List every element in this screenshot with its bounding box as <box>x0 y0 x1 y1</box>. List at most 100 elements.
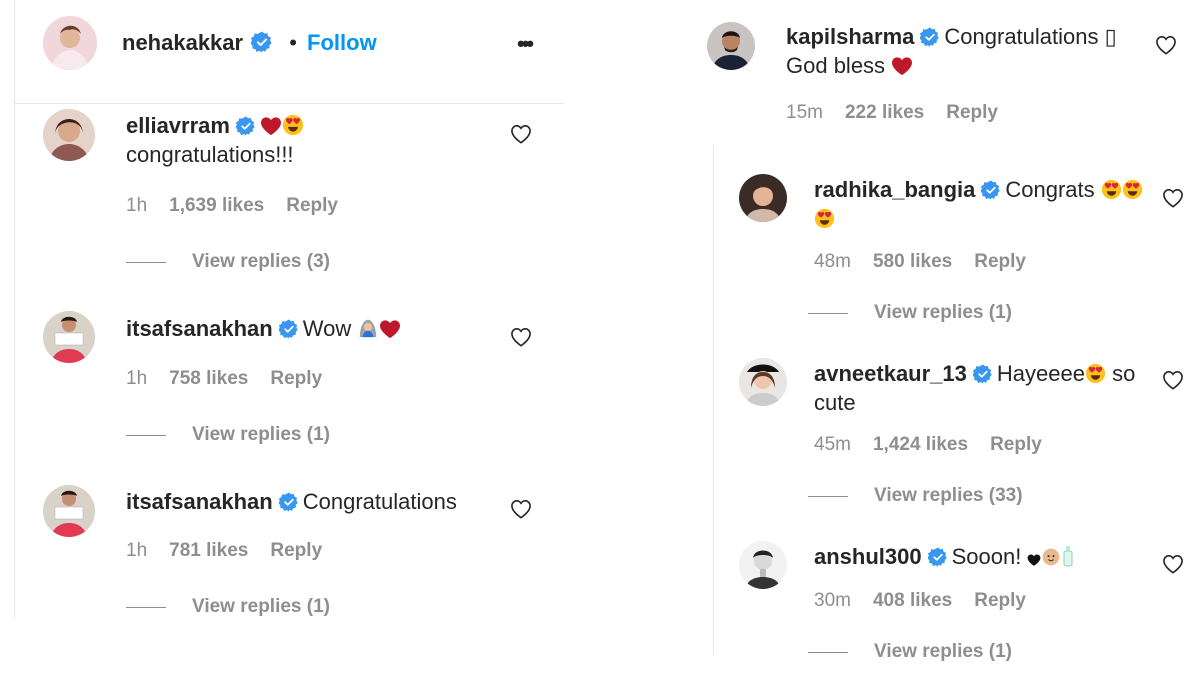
comment-body: radhika_bangia Congrats <box>814 175 1144 233</box>
reply-button[interactable]: Reply <box>270 540 322 561</box>
header-divider <box>14 103 564 104</box>
verified-badge-icon <box>251 31 273 53</box>
comment-likes[interactable]: 758 likes <box>169 368 248 389</box>
comment-text: cute <box>814 390 856 415</box>
reply-button[interactable]: Reply <box>270 368 322 389</box>
follow-button[interactable]: Follow <box>307 30 377 55</box>
comment-time[interactable]: 45m <box>814 434 851 455</box>
comment-meta: 15m 222 likes Reply <box>786 102 1020 124</box>
comment-time[interactable]: 1h <box>126 368 147 389</box>
anshul300-avatar[interactable] <box>739 541 787 589</box>
comment-text: Congrats <box>1005 177 1095 202</box>
kapilsharma-avatar[interactable] <box>707 22 755 70</box>
comment-time[interactable]: 30m <box>814 590 851 611</box>
reply-button[interactable]: Reply <box>286 195 338 216</box>
comment-text: God bless <box>786 53 886 78</box>
baby-bottle-emoji <box>1063 546 1073 567</box>
like-heart-icon[interactable] <box>1155 35 1177 55</box>
view-replies-button[interactable]: View replies (1) <box>126 424 330 446</box>
comment-body: elliavrram congratulations!!! <box>126 111 506 169</box>
verified-badge-icon <box>279 492 299 512</box>
comment-text: Congratulations <box>302 489 457 514</box>
comment-time[interactable]: 1h <box>126 540 147 561</box>
comment-time[interactable]: 1h <box>126 195 147 216</box>
comment-meta: 1h 758 likes Reply <box>126 368 344 390</box>
like-heart-icon[interactable] <box>510 327 532 347</box>
post-author-username[interactable]: nehakakkar <box>122 30 243 55</box>
like-heart-icon[interactable] <box>510 124 532 144</box>
itsafsanakhan-avatar[interactable] <box>43 485 95 537</box>
like-heart-icon[interactable] <box>1162 554 1184 574</box>
verified-badge-icon <box>920 27 940 47</box>
view-replies-button[interactable]: View replies (33) <box>808 485 1023 507</box>
comment-username[interactable]: anshul300 <box>814 544 922 569</box>
black-heart-emoji <box>1027 553 1041 567</box>
verified-badge-icon <box>928 547 948 567</box>
comment-time[interactable]: 15m <box>786 102 823 123</box>
comment-likes[interactable]: 408 likes <box>873 590 952 611</box>
verified-badge-icon <box>279 319 299 339</box>
more-options-icon[interactable]: ••• <box>517 31 534 57</box>
comment-likes[interactable]: 1,639 likes <box>169 195 264 216</box>
comment-likes[interactable]: 580 likes <box>873 251 952 272</box>
comment-text: Hayeeee <box>996 361 1085 386</box>
reply-button[interactable]: Reply <box>974 590 1026 611</box>
comment-username[interactable]: elliavrram <box>126 113 230 138</box>
comment-text: congratulations!!! <box>126 142 294 167</box>
comment-body: itsafsanakhan Congratulations <box>126 487 506 516</box>
comment-text: Congratulations ▯ <box>944 24 1117 49</box>
comment-username[interactable]: itsafsanakhan <box>126 316 273 341</box>
reply-button[interactable]: Reply <box>990 434 1042 455</box>
comment-body: anshul300 Sooon! <box>814 542 1144 571</box>
comment-username[interactable]: kapilsharma <box>786 24 914 49</box>
right-panel-border <box>713 145 714 655</box>
comment-meta: 30m 408 likes Reply <box>814 590 1048 612</box>
comment-likes[interactable]: 1,424 likes <box>873 434 968 455</box>
baby-emoji <box>1043 548 1060 566</box>
itsafsanakhan-avatar[interactable] <box>43 311 95 363</box>
comment-likes[interactable]: 222 likes <box>845 102 924 123</box>
comment-username[interactable]: avneetkaur_13 <box>814 361 967 386</box>
red-heart-emoji <box>260 116 282 136</box>
view-replies-button[interactable]: View replies (1) <box>808 641 1012 663</box>
comment-body: itsafsanakhan Wow <box>126 314 506 343</box>
verified-badge-icon <box>236 116 256 136</box>
like-heart-icon[interactable] <box>1162 188 1184 208</box>
comment-likes[interactable]: 781 likes <box>169 540 248 561</box>
comment-meta: 48m 580 likes Reply <box>814 251 1048 273</box>
verified-badge-icon <box>973 364 993 384</box>
like-heart-icon[interactable] <box>1162 370 1184 390</box>
comment-meta: 1h 1,639 likes Reply <box>126 195 360 217</box>
woman-in-veil-emoji <box>360 319 377 338</box>
comment-time[interactable]: 48m <box>814 251 851 272</box>
red-heart-emoji <box>891 56 913 76</box>
comment-username[interactable]: radhika_bangia <box>814 177 975 202</box>
comment-text: Wow <box>302 316 352 341</box>
heart-eyes-emoji <box>1085 363 1106 384</box>
heart-eyes-emoji <box>814 208 835 229</box>
reply-button[interactable]: Reply <box>946 102 998 123</box>
comment-username[interactable]: itsafsanakhan <box>126 489 273 514</box>
view-replies-button[interactable]: View replies (3) <box>126 251 330 273</box>
elliavrram-avatar[interactable] <box>43 109 95 161</box>
red-heart-emoji <box>379 319 401 339</box>
comment-meta: 45m 1,424 likes Reply <box>814 434 1064 456</box>
view-replies-button[interactable]: View replies (1) <box>126 596 330 618</box>
comment-text: so <box>1112 361 1136 386</box>
like-heart-icon[interactable] <box>510 499 532 519</box>
comment-body: kapilsharma Congratulations ▯ God bless <box>786 22 1146 80</box>
left-panel-border <box>14 0 15 618</box>
comment-meta: 1h 781 likes Reply <box>126 540 344 562</box>
radhika-bangia-avatar[interactable] <box>739 174 787 222</box>
reply-button[interactable]: Reply <box>974 251 1026 272</box>
verified-badge-icon <box>981 180 1001 200</box>
avneetkaur-avatar[interactable] <box>739 358 787 406</box>
heart-eyes-emoji <box>1122 179 1143 200</box>
post-header-username-row: nehakakkar • Follow <box>122 30 377 56</box>
view-replies-button[interactable]: View replies (1) <box>808 302 1012 324</box>
header-separator: • <box>289 30 297 55</box>
comment-text: Sooon! <box>951 544 1022 569</box>
heart-eyes-emoji <box>282 114 304 136</box>
heart-eyes-emoji <box>1101 179 1122 200</box>
nehakakkar-avatar[interactable] <box>43 16 97 70</box>
